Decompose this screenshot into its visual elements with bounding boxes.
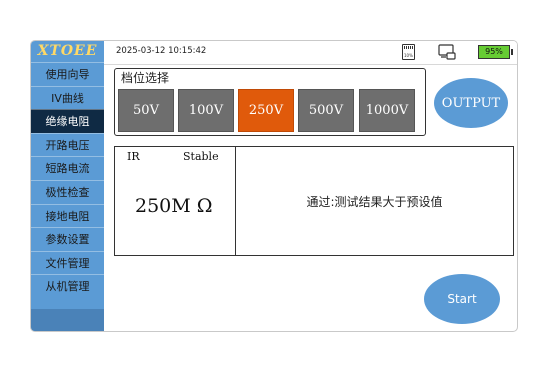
battery-indicator: 95% xyxy=(478,45,513,59)
result-message: 通过:测试结果大于预设值 xyxy=(306,195,443,209)
sidebar-item-parameter-settings[interactable]: 参数设置 xyxy=(31,227,104,251)
ir-label: IR xyxy=(127,150,140,163)
voltage-option-250v[interactable]: 250V xyxy=(238,89,294,132)
output-button[interactable]: OUTPUT xyxy=(434,78,508,128)
sidebar-item-insulation-resistance[interactable]: 绝缘电阻 xyxy=(31,109,104,133)
stable-label: Stable xyxy=(183,150,219,163)
sd-card-usage: 10% xyxy=(404,53,413,58)
sidebar-item-short-circuit-current[interactable]: 短路电流 xyxy=(31,156,104,180)
voltage-option-50v[interactable]: 50V xyxy=(118,89,174,132)
voltage-gear-panel: 档位选择 50V 100V 250V 500V 1000V xyxy=(114,68,426,136)
sidebar-item-guide[interactable]: 使用向导 xyxy=(31,62,104,86)
sidebar-item-iv-curve[interactable]: IV曲线 xyxy=(31,85,104,110)
start-button[interactable]: Start xyxy=(424,274,500,324)
voltage-option-1000v[interactable]: 1000V xyxy=(359,89,415,132)
app-logo: XTOEE xyxy=(37,43,98,59)
device-screen: XTOEE 使用向导 IV曲线 绝缘电阻 开路电压 短路电流 极性检查 接地电阻… xyxy=(30,40,518,332)
status-bar: 2025-03-12 10:15:42 10% 95% xyxy=(104,41,517,65)
sd-card-icon: 10% xyxy=(402,44,415,60)
usb-drive-icon xyxy=(438,44,456,60)
sidebar: XTOEE 使用向导 IV曲线 绝缘电阻 开路电压 短路电流 极性检查 接地电阻… xyxy=(31,41,104,331)
voltage-option-100v[interactable]: 100V xyxy=(178,89,234,132)
battery-level: 95% xyxy=(485,47,503,56)
sidebar-item-slave-management[interactable]: 从机管理 xyxy=(31,274,104,298)
sidebar-item-file-management[interactable]: 文件管理 xyxy=(31,250,104,275)
result-panel: IR Stable 250M Ω 通过:测试结果大于预设值 xyxy=(114,146,514,256)
voltage-option-500v[interactable]: 500V xyxy=(298,89,354,132)
gear-panel-title: 档位选择 xyxy=(121,71,170,85)
sidebar-item-ground-resistance[interactable]: 接地电阻 xyxy=(31,203,104,228)
datetime-display: 2025-03-12 10:15:42 xyxy=(116,46,207,56)
resistance-value: 250M Ω xyxy=(135,195,213,217)
sidebar-item-open-circuit-voltage[interactable]: 开路电压 xyxy=(31,132,104,157)
sidebar-item-polarity-check[interactable]: 极性检查 xyxy=(31,179,104,204)
sidebar-footer xyxy=(31,309,104,331)
